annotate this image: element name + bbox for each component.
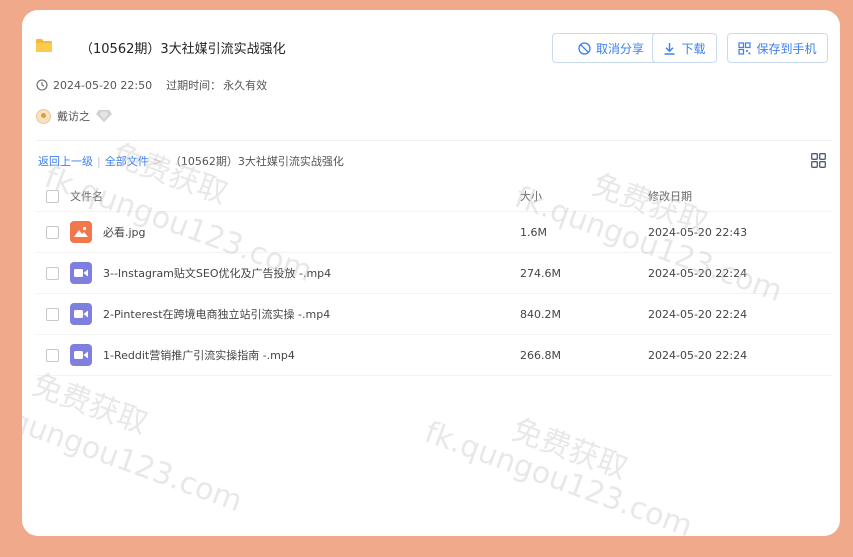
expire-value: 永久有效 <box>223 79 268 92</box>
header-date[interactable]: 修改日期 <box>648 180 692 211</box>
file-date: 2024-05-20 22:24 <box>648 307 748 321</box>
vip-diamond-icon <box>96 110 112 122</box>
back-link[interactable]: 返回上一级 <box>38 153 93 169</box>
avatar[interactable] <box>36 108 51 124</box>
row-checkbox[interactable] <box>46 226 59 239</box>
share-meta: 2024-05-20 22:50 过期时间： 永久有效 <box>36 77 267 93</box>
select-all-checkbox[interactable] <box>46 190 59 203</box>
file-name[interactable]: 3--Instagram贴文SEO优化及广告投放 -.mp4 <box>103 265 331 281</box>
share-card: （10562期）3大社媒引流实战强化 取消分享 下载 保存到手机 2024-05… <box>22 10 840 536</box>
file-size: 1.6M <box>520 225 547 239</box>
header-size[interactable]: 大小 <box>520 180 542 211</box>
file-size: 274.6M <box>520 266 561 280</box>
file-name-cell: 必看.jpg <box>70 212 146 252</box>
table-header: 文件名 大小 修改日期 <box>36 180 832 212</box>
table-row[interactable]: 2-Pinterest在跨境电商独立站引流实操 -.mp4 840.2M 202… <box>36 294 832 335</box>
file-name-cell: 1-Reddit营销推广引流实操指南 -.mp4 <box>70 335 295 375</box>
file-date: 2024-05-20 22:43 <box>648 225 748 239</box>
breadcrumb: 返回上一级 | 全部文件 > （10562期）3大社媒引流实战强化 <box>38 153 344 169</box>
download-icon <box>664 42 675 55</box>
header-name[interactable]: 文件名 <box>70 180 103 211</box>
save-to-phone-button[interactable]: 保存到手机 <box>727 33 828 63</box>
file-table: 文件名 大小 修改日期 必看.jpg 1.6M 2024-05-20 22:43… <box>36 180 832 376</box>
file-name[interactable]: 必看.jpg <box>103 224 146 240</box>
file-date: 2024-05-20 22:24 <box>648 266 748 280</box>
image-file-icon <box>70 221 92 243</box>
video-file-icon <box>70 344 92 366</box>
file-date: 2024-05-20 22:24 <box>648 348 748 362</box>
file-name[interactable]: 1-Reddit营销推广引流实操指南 -.mp4 <box>103 347 295 363</box>
breadcrumb-separator: | <box>97 154 101 168</box>
download-label: 下载 <box>681 41 706 56</box>
video-file-icon <box>70 262 92 284</box>
file-name[interactable]: 2-Pinterest在跨境电商独立站引流实操 -.mp4 <box>103 306 330 322</box>
save-to-phone-label: 保存到手机 <box>756 41 817 56</box>
cancel-icon <box>578 41 591 55</box>
table-row[interactable]: 必看.jpg 1.6M 2024-05-20 22:43 <box>36 212 832 253</box>
created-time: 2024-05-20 22:50 <box>53 78 153 92</box>
breadcrumb-arrow: > <box>152 154 162 168</box>
folder-icon <box>36 39 52 52</box>
cancel-share-label: 取消分享 <box>595 41 644 56</box>
share-header: （10562期）3大社媒引流实战强化 取消分享 下载 保存到手机 <box>36 33 828 76</box>
row-checkbox[interactable] <box>46 349 59 362</box>
file-name-cell: 3--Instagram贴文SEO优化及广告投放 -.mp4 <box>70 253 331 293</box>
watermark-text: 免费获取 <box>507 412 633 487</box>
expire-label: 过期时间： <box>166 79 222 92</box>
sharer-info: 戴访之 <box>36 108 112 124</box>
clock-icon <box>36 79 48 91</box>
grid-view-icon[interactable] <box>811 153 826 168</box>
sharer-name: 戴访之 <box>57 110 90 123</box>
all-files-link[interactable]: 全部文件 <box>105 153 149 169</box>
qr-code-icon <box>738 41 752 55</box>
breadcrumb-current: （10562期）3大社媒引流实战强化 <box>169 155 344 168</box>
table-row[interactable]: 3--Instagram贴文SEO优化及广告投放 -.mp4 274.6M 20… <box>36 253 832 294</box>
download-button[interactable]: 下载 <box>652 33 717 63</box>
share-title: （10562期）3大社媒引流实战强化 <box>80 42 286 57</box>
file-size: 840.2M <box>520 307 561 321</box>
table-row[interactable]: 1-Reddit营销推广引流实操指南 -.mp4 266.8M 2024-05-… <box>36 335 832 376</box>
watermark-url: fk.qungou123.com <box>420 415 697 536</box>
divider <box>36 140 832 141</box>
file-name-cell: 2-Pinterest在跨境电商独立站引流实操 -.mp4 <box>70 294 330 334</box>
file-size: 266.8M <box>520 348 561 362</box>
video-file-icon <box>70 303 92 325</box>
row-checkbox[interactable] <box>46 308 59 321</box>
row-checkbox[interactable] <box>46 267 59 280</box>
watermark-url: fk.qungou123.com <box>22 390 247 520</box>
